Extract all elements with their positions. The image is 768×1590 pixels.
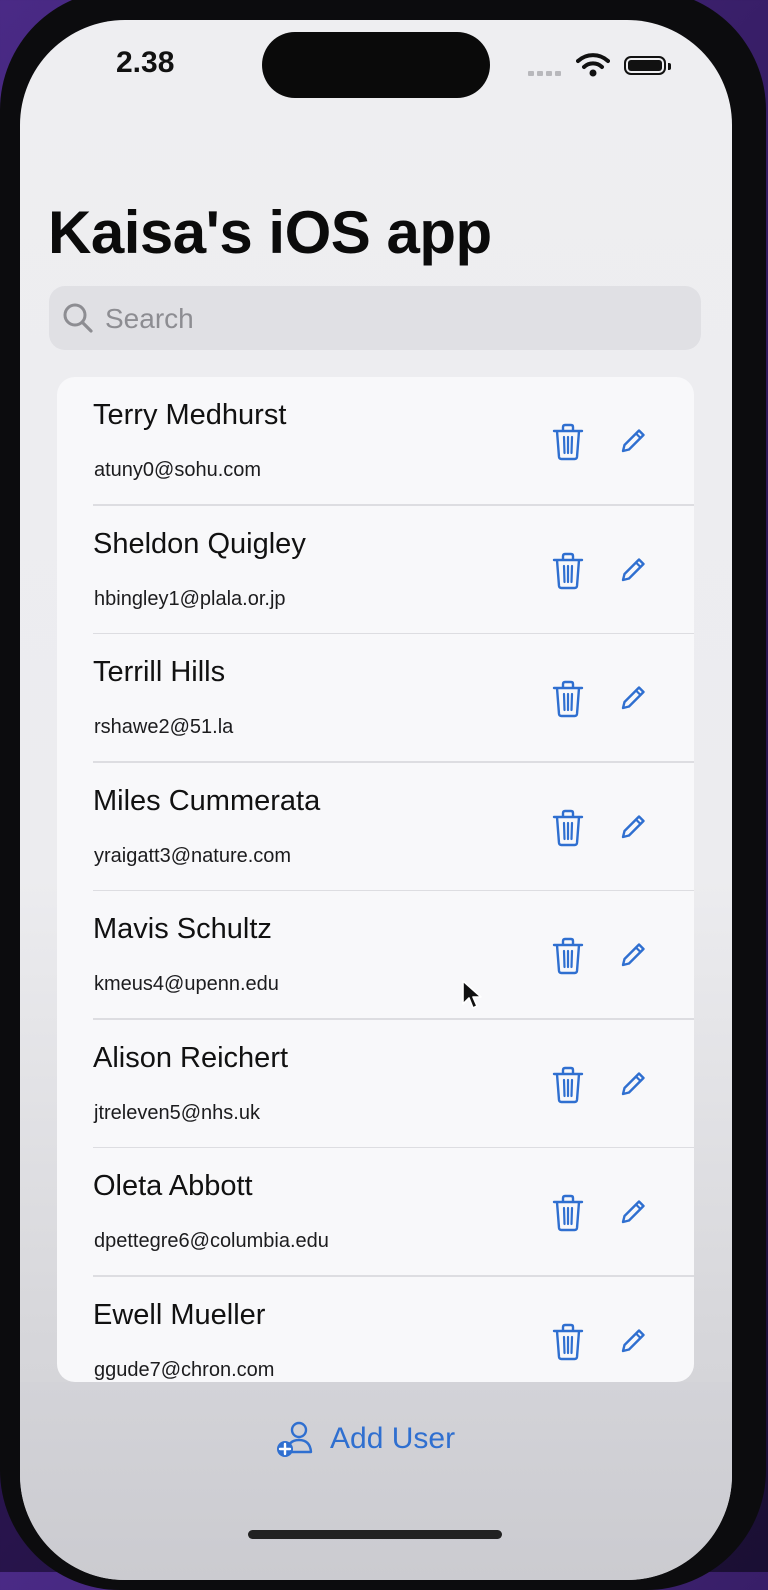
app-screen: 2.38 Kaisa's iOS app Terry Medhurst atuny…	[20, 20, 732, 1580]
bottom-toolbar	[20, 1382, 732, 1580]
user-name: Alison Reichert	[93, 1041, 289, 1074]
trash-icon[interactable]	[551, 937, 585, 975]
search-icon	[63, 303, 93, 333]
trash-icon[interactable]	[551, 552, 585, 590]
pencil-icon[interactable]	[619, 427, 647, 455]
mouse-cursor-icon	[462, 980, 482, 1009]
user-email: yraigatt3@nature.com	[94, 844, 292, 867]
search-input[interactable]	[103, 286, 667, 352]
person-badge-plus-icon	[277, 1421, 313, 1457]
page-title: Kaisa's iOS app	[48, 199, 492, 266]
user-email: dpettegre6@columbia.edu	[94, 1230, 329, 1252]
user-row[interactable]: Terry Medhurst atuny0@sohu.com	[57, 377, 694, 506]
home-indicator[interactable]	[248, 1530, 502, 1539]
user-row[interactable]: Oleta Abbott dpettegre6@columbia.edu	[57, 1148, 694, 1277]
wifi-icon	[576, 53, 610, 77]
user-row[interactable]: Ewell Mueller ggude7@chron.com	[57, 1277, 694, 1383]
user-name: Oleta Abbott	[93, 1170, 253, 1202]
user-email: atuny0@sohu.com	[94, 459, 262, 481]
status-time: 2.38	[116, 46, 175, 79]
pencil-icon[interactable]	[619, 1198, 647, 1226]
user-email: kmeus4@upenn.edu	[94, 973, 279, 995]
user-email: ggude7@chron.com	[94, 1358, 275, 1381]
cellular-signal-icon	[528, 71, 561, 76]
user-name: Ewell Mueller	[93, 1298, 266, 1331]
search-bar[interactable]	[49, 286, 701, 352]
phone-frame: 2.38 Kaisa's iOS app Terry Medhurst atuny…	[0, 0, 766, 1590]
user-email: rshawe2@51.la	[94, 716, 234, 738]
trash-icon[interactable]	[551, 809, 585, 847]
trash-icon[interactable]	[551, 1194, 585, 1232]
trash-icon[interactable]	[551, 1066, 585, 1104]
user-row[interactable]: Alison Reichert jtreleven5@nhs.uk	[57, 1020, 694, 1148]
user-row[interactable]: Sheldon Quigley hbingley1@plala.or.jp	[57, 506, 694, 634]
dynamic-island	[262, 32, 490, 98]
user-list: Terry Medhurst atuny0@sohu.com Sheldon Qui…	[57, 377, 694, 1382]
user-email: jtreleven5@nhs.uk	[94, 1101, 260, 1124]
user-row[interactable]: Terrill Hills rshawe2@51.la	[57, 634, 694, 763]
pencil-icon[interactable]	[619, 1327, 647, 1355]
add-user-label: Add User	[330, 1422, 456, 1455]
user-row[interactable]: Mavis Schultz kmeus4@upenn.edu	[57, 891, 694, 1020]
pencil-icon[interactable]	[619, 684, 647, 712]
trash-icon[interactable]	[551, 1323, 585, 1361]
user-row[interactable]: Miles Cummerata yraigatt3@nature.com	[57, 763, 694, 891]
trash-icon[interactable]	[551, 680, 585, 718]
add-user-button[interactable]: Add User	[276, 1414, 455, 1464]
pencil-icon[interactable]	[619, 813, 647, 841]
user-name: Terrill Hills	[93, 656, 226, 688]
user-name: Terry Medhurst	[93, 399, 287, 431]
user-name: Miles Cummerata	[93, 784, 321, 817]
battery-icon	[624, 56, 671, 75]
trash-icon[interactable]	[551, 423, 585, 461]
pencil-icon[interactable]	[619, 556, 647, 584]
user-name: Mavis Schultz	[93, 913, 272, 945]
user-email: hbingley1@plala.or.jp	[94, 587, 286, 610]
pencil-icon[interactable]	[619, 1070, 647, 1098]
pencil-icon[interactable]	[619, 941, 647, 969]
user-name: Sheldon Quigley	[93, 527, 306, 560]
